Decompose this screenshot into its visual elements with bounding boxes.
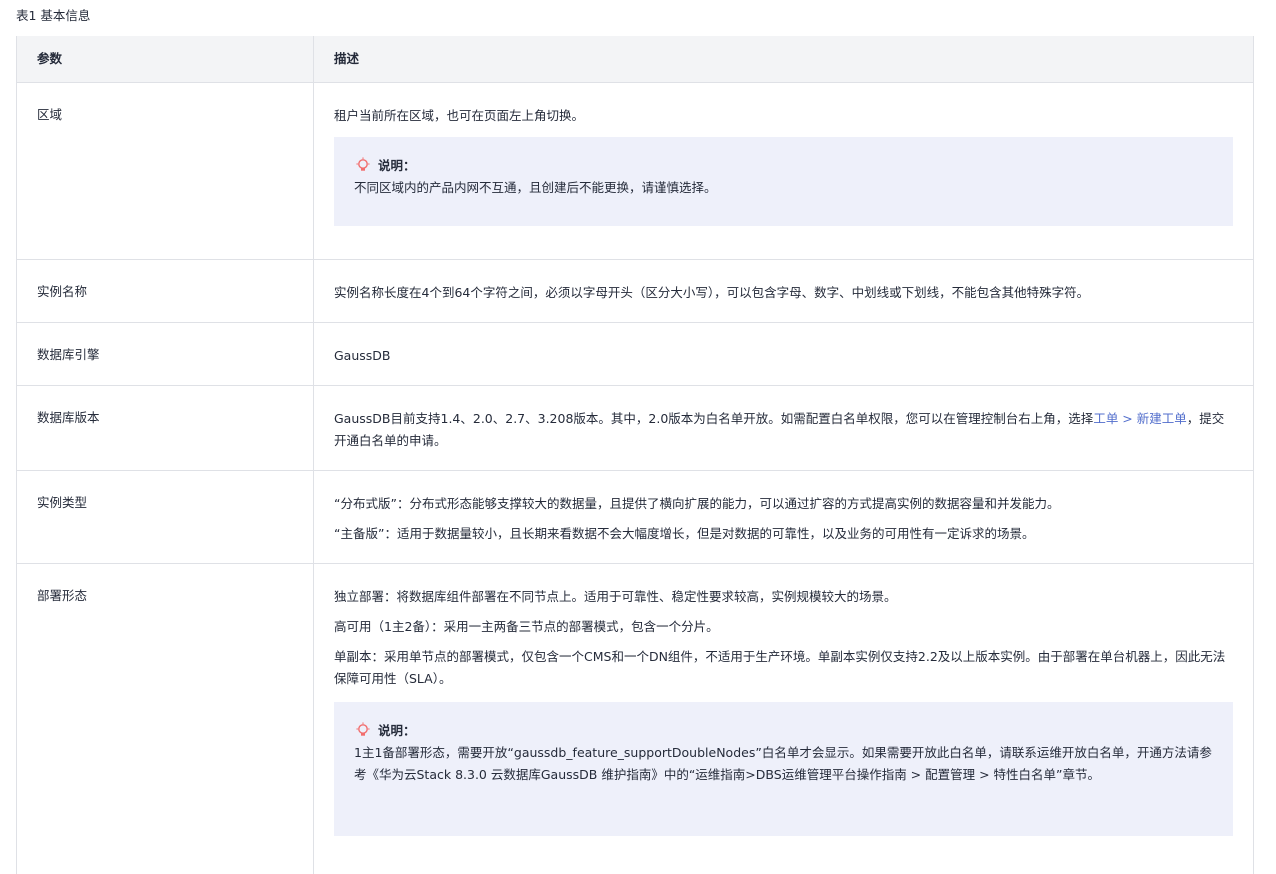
note-title-text: 说明：	[378, 723, 416, 738]
desc-text: GaussDB	[334, 348, 391, 363]
param-cell: 区域	[17, 83, 314, 259]
desc-text: 租户当前所在区域，也可在页面左上角切换。	[334, 108, 585, 123]
desc-cell: “分布式版”：分布式形态能够支撑较大的数据量，且提供了横向扩展的能力，可以通过扩…	[314, 471, 1253, 563]
desc-text: 单副本：采用单节点的部署模式，仅包含一个CMS和一个DN组件，不适用于生产环境。…	[334, 649, 1226, 686]
param-cell: 数据库版本	[17, 386, 314, 470]
desc-text: 实例名称长度在4个到64个字符之间，必须以字母开头（区分大小写），可以包含字母、…	[334, 285, 1090, 300]
note-title: 说明：	[354, 720, 1213, 742]
note-title-text: 说明：	[378, 158, 416, 173]
desc-text: 独立部署：将数据库组件部署在不同节点上。适用于可靠性、稳定性要求较高，实例规模较…	[334, 589, 897, 604]
param-cell: 实例类型	[17, 471, 314, 563]
desc-cell: GaussDB目前支持1.4、2.0、2.7、3.208版本。其中，2.0版本为…	[314, 386, 1253, 470]
desc-cell: GaussDB	[314, 323, 1253, 385]
lightbulb-icon	[356, 722, 370, 736]
desc-text-before: GaussDB目前支持1.4、2.0、2.7、3.208版本。其中，2.0版本为…	[334, 411, 1094, 426]
desc-text: “分布式版”：分布式形态能够支撑较大的数据量，且提供了横向扩展的能力，可以通过扩…	[334, 496, 1060, 511]
table-row-region: 区域 租户当前所在区域，也可在页面左上角切换。 说明： 不同区域内的产品内网不互…	[17, 83, 1253, 260]
table-row-instance-name: 实例名称 实例名称长度在4个到64个字符之间，必须以字母开头（区分大小写），可以…	[17, 260, 1253, 323]
header-param: 参数	[17, 36, 314, 82]
lightbulb-icon	[356, 157, 370, 171]
new-ticket-link[interactable]: 工单 > 新建工单	[1093, 411, 1186, 426]
table-row-deployment: 部署形态 独立部署：将数据库组件部署在不同节点上。适用于可靠性、稳定性要求较高，…	[17, 564, 1253, 874]
table-row-engine: 数据库引擎 GaussDB	[17, 323, 1253, 386]
table-header-row: 参数 描述	[17, 36, 1253, 83]
table-caption: 表1 基本信息	[16, 8, 91, 23]
note-box: 说明： 1主1备部署形态，需要开放“gaussdb_feature_suppor…	[334, 702, 1233, 836]
param-cell: 数据库引擎	[17, 323, 314, 385]
header-desc: 描述	[334, 51, 360, 66]
note-body: 1主1备部署形态，需要开放“gaussdb_feature_supportDou…	[354, 745, 1212, 782]
desc-cell: 独立部署：将数据库组件部署在不同节点上。适用于可靠性、稳定性要求较高，实例规模较…	[314, 564, 1253, 874]
desc-cell: 实例名称长度在4个到64个字符之间，必须以字母开头（区分大小写），可以包含字母、…	[314, 260, 1253, 322]
desc-text: GaussDB目前支持1.4、2.0、2.7、3.208版本。其中，2.0版本为…	[334, 408, 1233, 452]
table-row-instance-type: 实例类型 “分布式版”：分布式形态能够支撑较大的数据量，且提供了横向扩展的能力，…	[17, 471, 1253, 564]
note-box: 说明： 不同区域内的产品内网不互通，且创建后不能更换，请谨慎选择。	[334, 137, 1233, 226]
note-body: 不同区域内的产品内网不互通，且创建后不能更换，请谨慎选择。	[354, 180, 717, 195]
basic-info-table: 参数 描述 区域 租户当前所在区域，也可在页面左上角切换。 说明： 不同区域内的…	[16, 36, 1254, 874]
desc-cell: 租户当前所在区域，也可在页面左上角切换。 说明： 不同区域内的产品内网不互通，且…	[314, 83, 1253, 259]
desc-text: “主备版”：适用于数据量较小，且长期来看数据不会大幅度增长，但是对数据的可靠性，…	[334, 526, 1035, 541]
param-cell: 实例名称	[17, 260, 314, 322]
note-title: 说明：	[354, 155, 1213, 177]
param-cell: 部署形态	[17, 564, 314, 874]
desc-text: 高可用（1主2备）：采用一主两备三节点的部署模式，包含一个分片。	[334, 619, 719, 634]
table-row-version: 数据库版本 GaussDB目前支持1.4、2.0、2.7、3.208版本。其中，…	[17, 386, 1253, 471]
